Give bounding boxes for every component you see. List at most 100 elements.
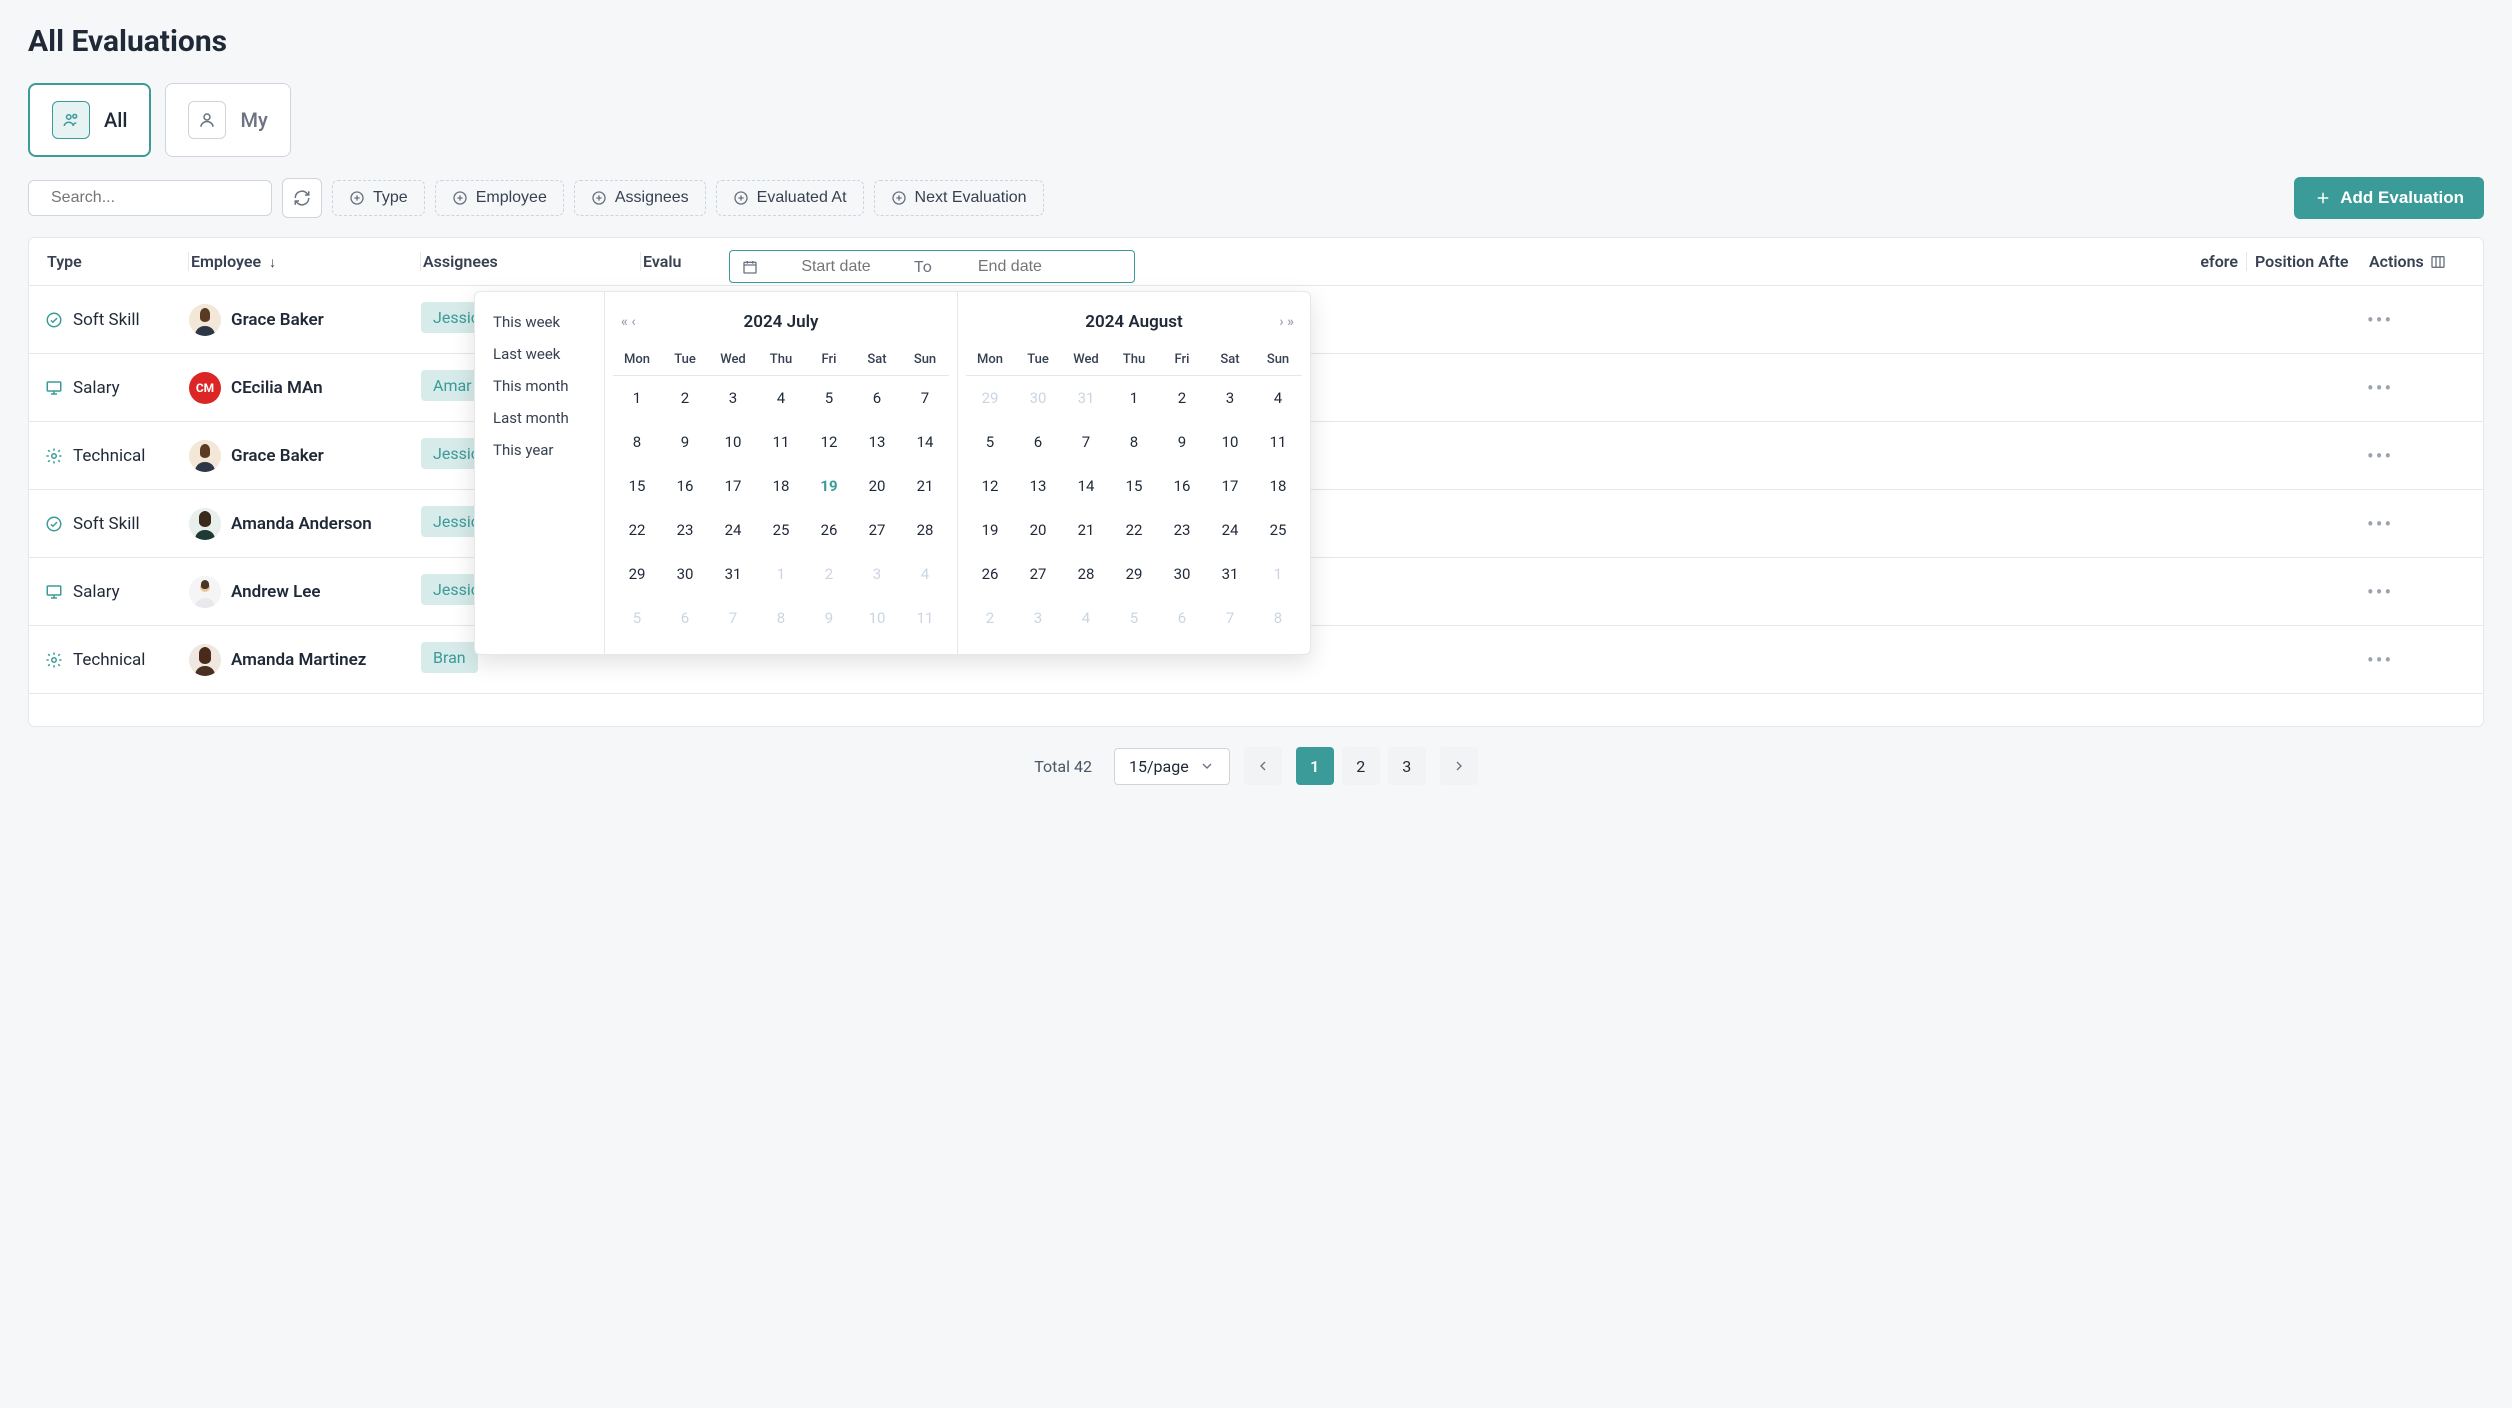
calendar-day[interactable]: 16: [1158, 464, 1206, 508]
row-actions-menu[interactable]: •••: [2367, 444, 2393, 468]
calendar-day[interactable]: 25: [757, 508, 805, 552]
calendar-day[interactable]: 29: [613, 552, 661, 596]
calendar-day[interactable]: 21: [901, 464, 949, 508]
refresh-button[interactable]: [282, 178, 322, 218]
calendar-day[interactable]: 20: [1014, 508, 1062, 552]
row-actions-menu[interactable]: •••: [2367, 376, 2393, 400]
calendar-day[interactable]: 13: [853, 420, 901, 464]
page-number[interactable]: 2: [1342, 747, 1380, 785]
filter-next-evaluation[interactable]: Next Evaluation: [874, 180, 1044, 216]
calendar-day[interactable]: 15: [1110, 464, 1158, 508]
calendar-day[interactable]: 9: [1158, 420, 1206, 464]
calendar-day[interactable]: 10: [853, 596, 901, 640]
calendar-day[interactable]: 1: [1110, 376, 1158, 420]
calendar-day[interactable]: 23: [1158, 508, 1206, 552]
calendar-day[interactable]: 30: [1158, 552, 1206, 596]
calendar-day[interactable]: 9: [661, 420, 709, 464]
calendar-day[interactable]: 26: [805, 508, 853, 552]
calendar-day[interactable]: 17: [709, 464, 757, 508]
calendar-day[interactable]: 30: [1014, 376, 1062, 420]
search-box[interactable]: [28, 180, 272, 216]
calendar-day[interactable]: 24: [709, 508, 757, 552]
calendar-day[interactable]: 9: [805, 596, 853, 640]
calendar-day[interactable]: 2: [966, 596, 1014, 640]
assignee-tag[interactable]: Jessic: [421, 302, 481, 333]
row-actions-menu[interactable]: •••: [2367, 580, 2393, 604]
calendar-day[interactable]: 3: [1206, 376, 1254, 420]
assignee-tag[interactable]: Amar: [421, 370, 481, 401]
date-range-input-bar[interactable]: To: [729, 250, 1135, 283]
prev-year-month[interactable]: « ‹: [621, 314, 636, 330]
calendar-day[interactable]: 2: [661, 376, 709, 420]
tab-my[interactable]: My: [165, 83, 290, 157]
col-position-before[interactable]: efore: [2097, 252, 2247, 271]
calendar-day[interactable]: 4: [901, 552, 949, 596]
calendar-day[interactable]: 8: [1110, 420, 1158, 464]
calendar-day[interactable]: 16: [661, 464, 709, 508]
search-input[interactable]: [51, 189, 258, 207]
quick-range-option[interactable]: This month: [493, 370, 586, 402]
calendar-day[interactable]: 5: [805, 376, 853, 420]
calendar-day[interactable]: 27: [853, 508, 901, 552]
col-type[interactable]: Type: [45, 252, 189, 271]
page-number[interactable]: 3: [1388, 747, 1426, 785]
calendar-day[interactable]: 8: [757, 596, 805, 640]
calendar-day[interactable]: 7: [1206, 596, 1254, 640]
quick-range-option[interactable]: This week: [493, 306, 586, 338]
calendar-day[interactable]: 18: [757, 464, 805, 508]
calendar-day[interactable]: 6: [853, 376, 901, 420]
row-actions-menu[interactable]: •••: [2367, 512, 2393, 536]
page-number[interactable]: 1: [1296, 747, 1334, 785]
calendar-day[interactable]: 10: [1206, 420, 1254, 464]
calendar-day[interactable]: 1: [757, 552, 805, 596]
calendar-day[interactable]: 6: [1158, 596, 1206, 640]
filter-assignees[interactable]: Assignees: [574, 180, 706, 216]
calendar-day[interactable]: 22: [613, 508, 661, 552]
calendar-day[interactable]: 18: [1254, 464, 1302, 508]
calendar-day[interactable]: 3: [709, 376, 757, 420]
calendar-day[interactable]: 29: [1110, 552, 1158, 596]
row-actions-menu[interactable]: •••: [2367, 308, 2393, 332]
calendar-day[interactable]: 25: [1254, 508, 1302, 552]
calendar-day[interactable]: 23: [661, 508, 709, 552]
calendar-day[interactable]: 29: [966, 376, 1014, 420]
col-assignees[interactable]: Assignees: [421, 252, 641, 271]
calendar-day[interactable]: 21: [1062, 508, 1110, 552]
calendar-day[interactable]: 1: [613, 376, 661, 420]
next-year-month[interactable]: › »: [1279, 314, 1294, 330]
start-date-input[interactable]: [776, 258, 896, 276]
quick-range-option[interactable]: Last week: [493, 338, 586, 370]
calendar-day[interactable]: 15: [613, 464, 661, 508]
calendar-day[interactable]: 26: [966, 552, 1014, 596]
assignee-tag[interactable]: Jessic: [421, 438, 481, 469]
calendar-day[interactable]: 7: [709, 596, 757, 640]
calendar-day[interactable]: 8: [1254, 596, 1302, 640]
quick-range-option[interactable]: Last month: [493, 402, 586, 434]
page-size-select[interactable]: 15/page: [1114, 748, 1230, 785]
calendar-day[interactable]: 11: [757, 420, 805, 464]
col-position-after[interactable]: Position Afte: [2247, 252, 2367, 271]
calendar-day[interactable]: 14: [1062, 464, 1110, 508]
calendar-day[interactable]: 7: [901, 376, 949, 420]
filter-evaluated-at[interactable]: Evaluated At: [716, 180, 864, 216]
calendar-day[interactable]: 5: [1110, 596, 1158, 640]
calendar-day[interactable]: 6: [661, 596, 709, 640]
calendar-day[interactable]: 6: [1014, 420, 1062, 464]
calendar-day[interactable]: 31: [1062, 376, 1110, 420]
add-evaluation-button[interactable]: Add Evaluation: [2294, 177, 2484, 219]
calendar-day[interactable]: 14: [901, 420, 949, 464]
calendar-day[interactable]: 27: [1014, 552, 1062, 596]
calendar-day[interactable]: 2: [1158, 376, 1206, 420]
calendar-day[interactable]: 20: [853, 464, 901, 508]
calendar-day[interactable]: 3: [1014, 596, 1062, 640]
assignee-tag[interactable]: Jessic: [421, 574, 481, 605]
calendar-day[interactable]: 8: [613, 420, 661, 464]
calendar-day[interactable]: 4: [1062, 596, 1110, 640]
calendar-day[interactable]: 30: [661, 552, 709, 596]
calendar-day[interactable]: 22: [1110, 508, 1158, 552]
calendar-day[interactable]: 31: [709, 552, 757, 596]
calendar-day[interactable]: 28: [901, 508, 949, 552]
tab-all[interactable]: All: [28, 83, 151, 157]
calendar-day[interactable]: 11: [901, 596, 949, 640]
calendar-day[interactable]: 4: [1254, 376, 1302, 420]
